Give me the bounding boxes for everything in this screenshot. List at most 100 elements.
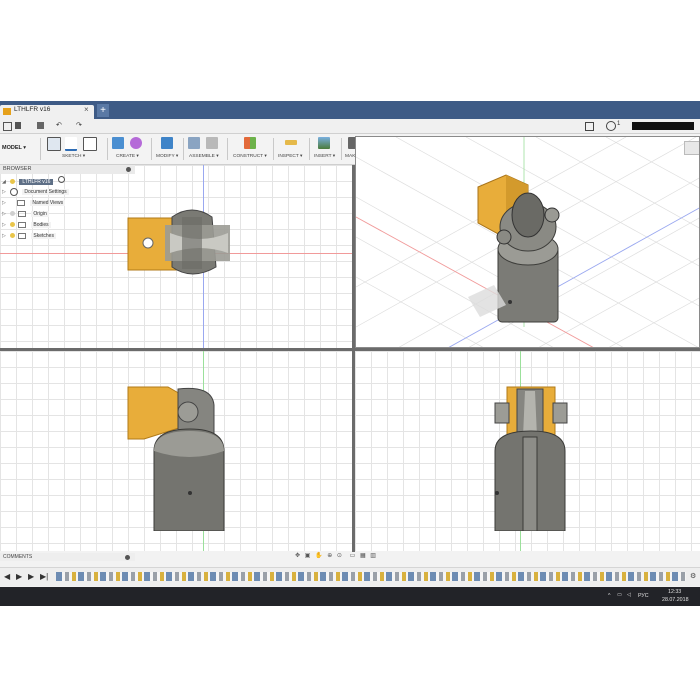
save-icon[interactable]	[37, 122, 44, 129]
insert-image-icon[interactable]	[318, 137, 330, 149]
undo-icon[interactable]: ↶	[56, 121, 62, 131]
browser-panel: BROWSER ◢ LTHLFR v16 ▷ Document Settings…	[0, 165, 135, 249]
iso-model	[468, 174, 560, 323]
browser-item-label: Origin	[31, 211, 49, 217]
visibility-bulb-icon[interactable]	[10, 179, 15, 185]
file-menu-icon[interactable]	[15, 122, 21, 129]
taskbar-time: 12:33	[668, 589, 682, 595]
browser-root[interactable]: ◢ LTHLFR v16	[2, 176, 65, 186]
box-icon[interactable]	[112, 137, 124, 149]
visibility-bulb-icon[interactable]	[10, 222, 15, 228]
timeline-play-icon[interactable]: ▶	[16, 572, 22, 581]
construct-group[interactable]: CONSTRUCT ▾	[230, 135, 272, 163]
folder-icon	[18, 210, 26, 217]
front-view-viewport[interactable]	[0, 351, 352, 551]
assemble-label: ASSEMBLE ▾	[189, 154, 219, 159]
job-count: 1	[617, 121, 621, 127]
construct-label: CONSTRUCT ▾	[233, 154, 267, 159]
browser-item-bodies[interactable]: ▷ Bodies	[2, 220, 51, 230]
insert-label: INSERT ▾	[314, 154, 336, 159]
press-pull-icon[interactable]	[161, 137, 173, 149]
quick-access-bar: ↶ ↷ 1	[0, 119, 700, 134]
sketch-icon[interactable]	[47, 137, 61, 151]
navigation-bar: ✥ ▣ ✋ ⊕ ⊙ ▭ ▦ ▥	[295, 552, 413, 562]
browser-pin-icon[interactable]	[126, 167, 131, 172]
orbit-icon[interactable]: ✥	[295, 553, 300, 559]
iso-view-viewport[interactable]	[355, 136, 700, 348]
sketch-group[interactable]: SKETCH ▾	[44, 135, 106, 163]
redacted-username	[632, 122, 694, 130]
folder-icon	[18, 232, 26, 239]
document-tab-title: LTHLFR v16	[14, 106, 51, 113]
windows-taskbar: ^ ▭ ◁ РУС 12:33 28.07.2018	[0, 587, 700, 606]
browser-item-label: Sketches	[31, 233, 56, 239]
rectangle-icon[interactable]	[83, 137, 97, 151]
volume-icon[interactable]: ◁	[627, 592, 631, 598]
form-icon[interactable]	[130, 137, 142, 149]
inspect-group[interactable]: INSPECT ▾	[276, 135, 308, 163]
data-panel-icon[interactable]	[3, 122, 12, 131]
zoom-icon[interactable]: ⊕	[327, 553, 332, 559]
visibility-bulb-icon[interactable]	[10, 211, 15, 217]
comments-title: COMMENTS	[3, 554, 33, 560]
inspect-label: INSPECT ▾	[278, 154, 303, 159]
timeline-start-icon[interactable]: ◀	[4, 572, 10, 581]
look-at-icon[interactable]: ▣	[305, 553, 311, 559]
timeline-end-icon[interactable]: ▶|	[40, 572, 48, 581]
network-icon[interactable]: ▭	[617, 592, 622, 598]
title-bar: LTHLFR v16 × +	[0, 101, 700, 119]
fit-icon[interactable]: ⊙	[337, 553, 342, 559]
side-view-viewport[interactable]	[355, 351, 700, 551]
browser-title: BROWSER	[3, 166, 32, 172]
browser-item-sketches[interactable]: ▷ Sketches	[2, 231, 56, 241]
fusion-screen: LTHLFR v16 × + – □ ↶ ↷ 1 MODEL ▾ SKETCH …	[0, 101, 700, 606]
browser-item-label: Document Settings	[22, 189, 69, 195]
redo-icon[interactable]: ↷	[76, 121, 82, 131]
gear-icon	[10, 187, 18, 196]
browser-item-document-settings[interactable]: ▷ Document Settings	[2, 187, 69, 197]
timeline: ◀ ▶ ▶ ▶| ⚙	[0, 567, 700, 586]
assemble-group[interactable]: ASSEMBLE ▾	[186, 135, 226, 163]
line-icon[interactable]	[65, 137, 77, 151]
activate-radio-icon[interactable]	[57, 176, 65, 183]
browser-item-label: Bodies	[31, 222, 51, 228]
new-component-icon[interactable]	[188, 137, 200, 149]
browser-item-named-views[interactable]: ▷ Named Views	[2, 198, 66, 208]
extensions-icon[interactable]	[585, 122, 594, 131]
offset-plane-icon[interactable]	[244, 137, 256, 149]
timeline-next-icon[interactable]: ▶	[28, 572, 34, 581]
create-group[interactable]: CREATE ▾	[110, 135, 150, 163]
folder-icon	[17, 199, 25, 206]
timeline-settings-icon[interactable]: ⚙	[690, 572, 696, 580]
taskbar-date: 28.07.2018	[662, 597, 689, 603]
front-view-model	[127, 386, 225, 531]
comments-panel[interactable]: COMMENTS	[0, 553, 135, 561]
measure-icon[interactable]	[285, 140, 297, 145]
viewports-icon[interactable]: ▥	[370, 553, 376, 559]
new-tab-button[interactable]: +	[97, 104, 109, 117]
pan-icon[interactable]: ✋	[315, 553, 322, 559]
document-tab[interactable]: LTHLFR v16 ×	[0, 105, 94, 119]
insert-group[interactable]: INSERT ▾	[312, 135, 340, 163]
create-label: CREATE ▾	[116, 154, 139, 159]
comments-expand-icon[interactable]	[125, 555, 130, 560]
language-indicator[interactable]: РУС	[638, 593, 649, 599]
visibility-bulb-icon[interactable]	[10, 233, 15, 239]
document-icon	[3, 108, 11, 115]
browser-header: BROWSER	[0, 165, 135, 174]
browser-item-origin[interactable]: ▷ Origin	[2, 209, 49, 219]
timeline-features[interactable]	[56, 572, 686, 581]
sketch-label: SKETCH ▾	[62, 154, 86, 159]
top-view-model	[127, 209, 230, 275]
display-settings-icon[interactable]: ▭	[350, 553, 356, 559]
close-icon[interactable]: ×	[84, 105, 89, 114]
side-view-model	[494, 386, 568, 531]
joint-icon[interactable]	[206, 137, 218, 149]
viewcube[interactable]	[684, 141, 699, 155]
modify-group[interactable]: MODIFY ▾	[154, 135, 182, 163]
clock-icon[interactable]	[606, 121, 616, 131]
tray-arrow-icon[interactable]: ^	[608, 593, 611, 599]
grid-settings-icon[interactable]: ▦	[360, 553, 366, 559]
browser-item-label: Named Views	[30, 200, 66, 206]
workspace-switcher[interactable]: MODEL ▾	[2, 140, 38, 156]
